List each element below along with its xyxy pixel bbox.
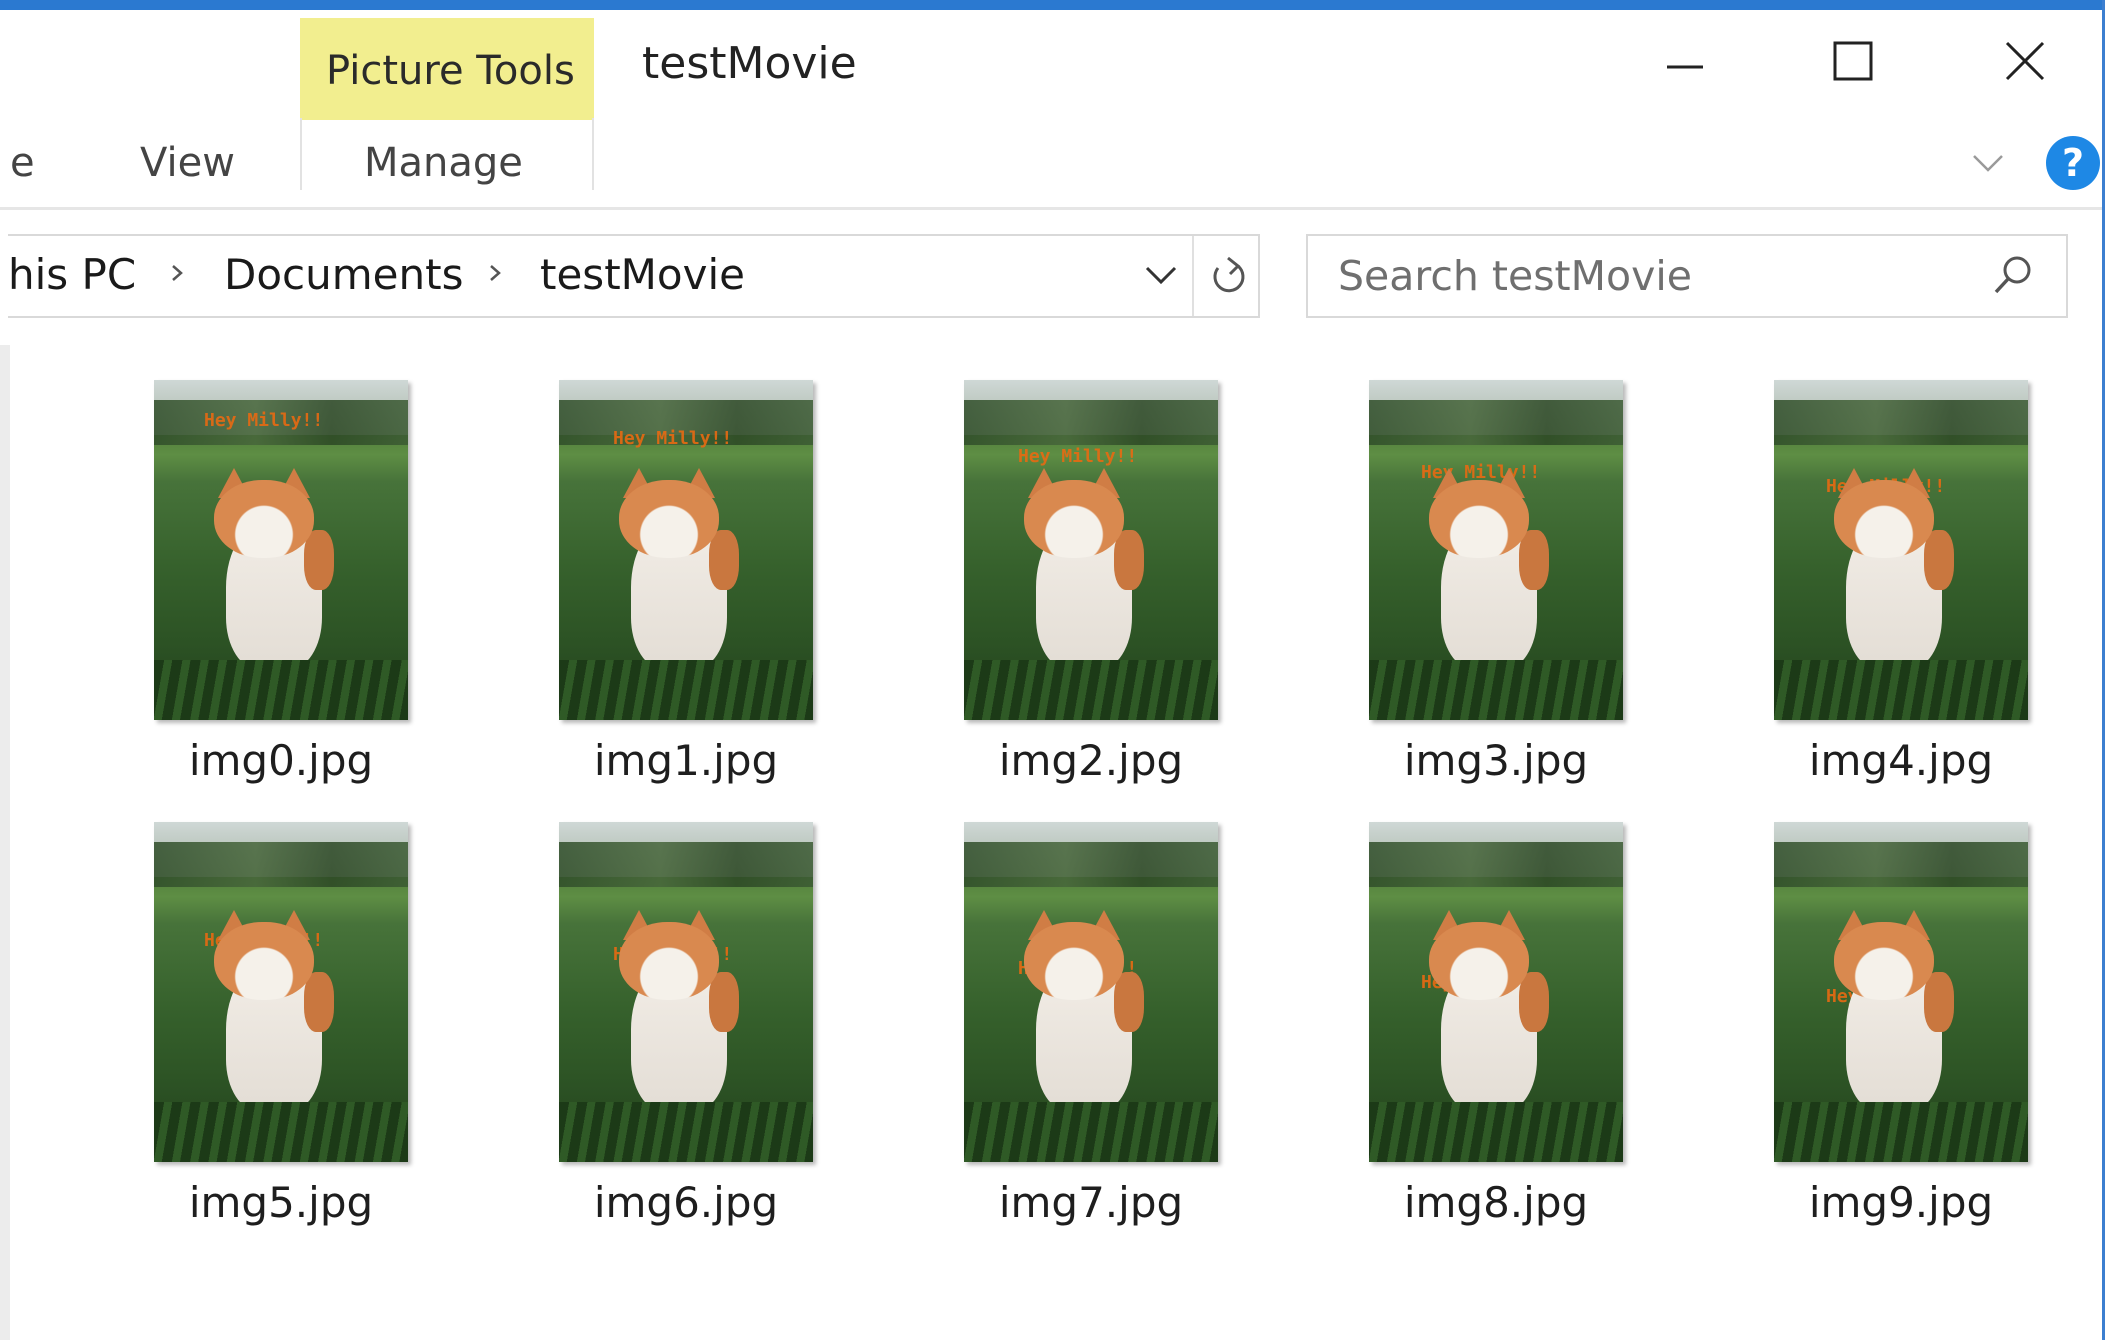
breadcrumb-separator-icon[interactable]: [484, 258, 508, 292]
file-thumbnail: Hey Milly!!: [1774, 822, 2028, 1162]
breadcrumb-documents[interactable]: Documents: [224, 250, 463, 299]
window-frame-top: [0, 0, 2120, 10]
file-name: img3.jpg: [1403, 736, 1589, 785]
refresh-button[interactable]: [1204, 252, 1252, 300]
file-name: img4.jpg: [1808, 736, 1994, 785]
window-frame-right: [2102, 0, 2120, 1340]
navigation-pane-edge: [0, 345, 10, 1340]
search-input[interactable]: [1338, 248, 1978, 304]
file-item[interactable]: Hey Milly!! img5.jpg: [114, 822, 444, 1242]
ribbon-expand-button[interactable]: [1968, 142, 2008, 186]
file-thumbnail: Hey Milly!!: [559, 822, 813, 1162]
help-button[interactable]: ?: [2046, 136, 2100, 190]
picture-tools-label: Picture Tools: [326, 48, 575, 94]
ribbon-expand-icon: [1973, 155, 2003, 172]
breadcrumb-this-pc[interactable]: his PC: [8, 250, 136, 299]
file-item[interactable]: Hey Milly!! img8.jpg: [1329, 822, 1659, 1242]
search-button[interactable]: [1988, 250, 2038, 304]
maximize-button[interactable]: [1778, 20, 1928, 102]
address-history-dropdown[interactable]: [1142, 258, 1180, 298]
file-name: img7.jpg: [998, 1178, 1184, 1227]
refresh-icon: [1213, 256, 1245, 293]
file-name: img0.jpg: [188, 736, 374, 785]
file-name: img1.jpg: [593, 736, 779, 785]
thumbnail-overlay-text: Hey Milly!!: [613, 428, 733, 449]
window-title: testMovie: [642, 38, 857, 89]
file-thumbnail: Hey Milly!!: [154, 380, 408, 720]
file-name: img8.jpg: [1403, 1178, 1589, 1227]
file-name: img6.jpg: [593, 1178, 779, 1227]
thumbnail-overlay-text: Hey Milly!!: [1018, 446, 1138, 467]
close-icon: [2005, 41, 2045, 81]
file-name: img5.jpg: [188, 1178, 374, 1227]
close-button[interactable]: [1950, 20, 2100, 102]
minimize-icon: [1667, 65, 1703, 69]
file-thumbnail: Hey Milly!!: [154, 822, 408, 1162]
address-bar-divider: [1192, 236, 1194, 316]
file-item[interactable]: Hey Milly!! img1.jpg: [519, 380, 849, 800]
file-name: img2.jpg: [998, 736, 1184, 785]
breadcrumb-testmovie[interactable]: testMovie: [540, 250, 745, 299]
ribbon-tab-view[interactable]: View: [140, 140, 235, 186]
file-thumbnail: Hey Milly!!: [1774, 380, 2028, 720]
address-dropdown-icon: [1145, 266, 1177, 285]
ribbon-tab-partial[interactable]: e: [10, 140, 35, 186]
ribbon-divider: [0, 207, 2102, 210]
thumbnail-overlay-text: Hey Milly!!: [204, 410, 324, 431]
ribbon-tab-manage[interactable]: Manage: [364, 140, 523, 186]
search-icon: [1994, 256, 2031, 294]
file-item[interactable]: Hey Milly!! img9.jpg: [1734, 822, 2064, 1242]
file-item[interactable]: Hey Milly!! img3.jpg: [1329, 380, 1659, 800]
file-thumbnail: Hey Milly!!: [559, 380, 813, 720]
help-icon: ?: [2061, 141, 2085, 185]
file-thumbnail: Hey Milly!!: [1369, 380, 1623, 720]
file-item[interactable]: Hey Milly!! img4.jpg: [1734, 380, 2064, 800]
file-item[interactable]: Hey Milly!! img2.jpg: [924, 380, 1254, 800]
file-item[interactable]: Hey Milly!! img0.jpg: [114, 380, 444, 800]
file-item[interactable]: Hey Milly!! img7.jpg: [924, 822, 1254, 1242]
breadcrumb-separator-icon[interactable]: [166, 258, 190, 292]
minimize-button[interactable]: [1610, 20, 1760, 102]
file-name: img9.jpg: [1808, 1178, 1994, 1227]
maximize-icon: [1833, 41, 1873, 81]
file-thumbnail: Hey Milly!!: [1369, 822, 1623, 1162]
file-thumbnail: Hey Milly!!: [964, 822, 1218, 1162]
file-thumbnail: Hey Milly!!: [964, 380, 1218, 720]
file-item[interactable]: Hey Milly!! img6.jpg: [519, 822, 849, 1242]
